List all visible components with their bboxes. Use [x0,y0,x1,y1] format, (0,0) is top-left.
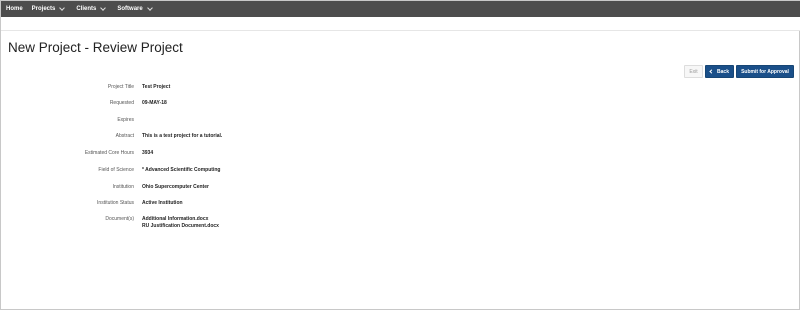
field-label: Institution Status [97,200,134,206]
field-label: Project Title [107,84,134,90]
field-institution-status: Institution Status Active Institution [1,200,800,210]
nav-home[interactable]: Home [1,1,23,17]
field-value: Test Project [142,84,171,90]
field-label: Field of Science [98,167,134,173]
nav-projects[interactable]: Projects [23,1,66,17]
chevron-down-icon [146,5,153,11]
sub-header-bar [1,17,800,31]
field-value: This is a test project for a tutorial. [142,133,223,139]
field-label: Estimated Core Hours [84,150,134,156]
exit-button-label: Exit [689,68,698,75]
field-value: * Advanced Scientific Computing [142,167,221,173]
top-navigation: Home Projects Clients Software [1,1,800,17]
nav-home-label: Home [6,6,23,12]
field-project-title: Project Title Test Project [1,84,800,94]
field-documents: Document(s) Additional Information.docx … [1,216,800,234]
field-requested: Requested 09-MAY-18 [1,100,800,110]
field-label: Institution [112,184,134,190]
exit-button[interactable]: Exit [684,65,703,78]
document-link[interactable]: Additional Information.docx [142,216,219,223]
chevron-left-icon [709,69,714,74]
nav-projects-label: Projects [31,6,56,12]
document-list: Additional Information.docx RU Justifica… [142,216,219,230]
field-institution: Institution Ohio Supercomputer Center [1,184,800,194]
field-value: Active Institution [142,200,183,206]
field-estimated-core-hours: Estimated Core Hours 3934 [1,150,800,160]
page-title: New Project - Review Project [8,40,183,55]
field-expires: Expires [1,117,800,127]
field-value: 3934 [142,150,154,156]
nav-clients[interactable]: Clients [64,1,107,17]
field-abstract: Abstract This is a test project for a tu… [1,133,800,143]
nav-software-label: Software [117,6,143,12]
field-value: Ohio Supercomputer Center [142,184,209,190]
field-label: Document(s) [105,216,134,222]
document-link[interactable]: RU Justification Document.docx [142,223,219,230]
nav-software[interactable]: Software [105,1,153,17]
submit-for-approval-button[interactable]: Submit for Approval [736,65,794,78]
field-field-of-science: Field of Science * Advanced Scientific C… [1,167,800,177]
field-label: Expires [117,117,134,123]
submit-button-label: Submit for Approval [741,68,789,75]
field-label: Abstract [115,133,134,139]
field-label: Requested [109,100,134,106]
back-button[interactable]: Back [705,65,734,78]
nav-clients-label: Clients [76,6,97,12]
field-value: 09-MAY-18 [142,100,167,106]
back-button-label: Back [717,68,729,75]
